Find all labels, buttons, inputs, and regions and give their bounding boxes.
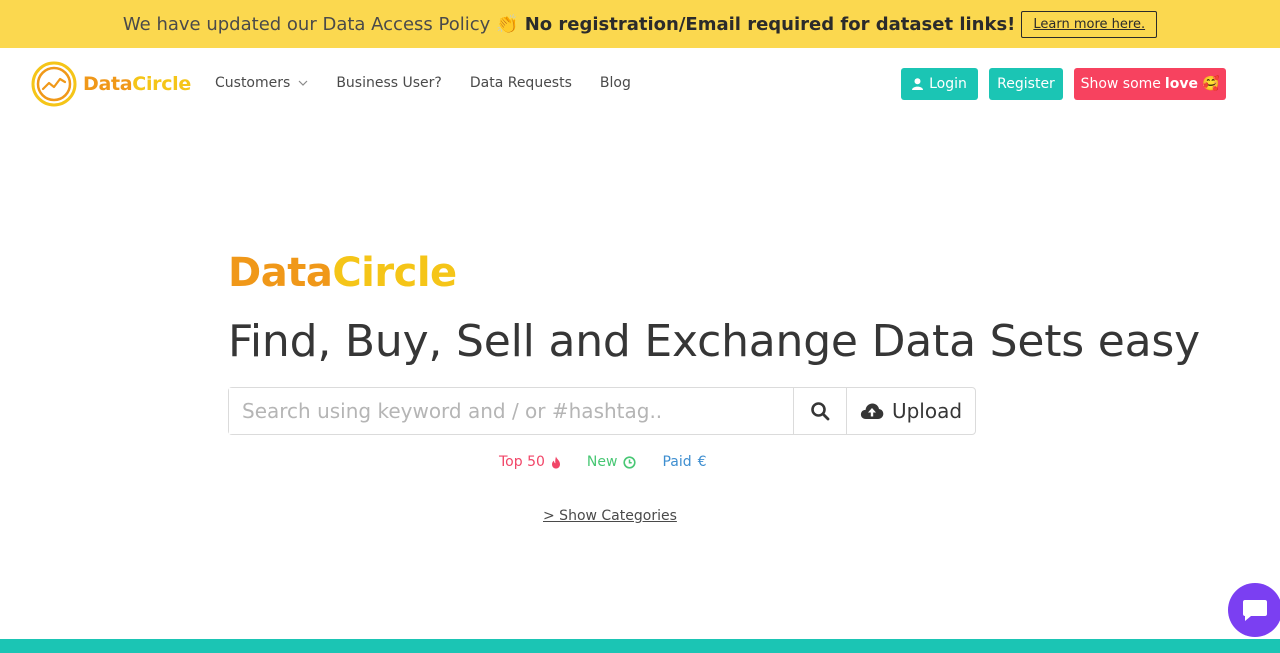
search-input[interactable] bbox=[229, 388, 794, 434]
hero-brand: DataCircle bbox=[228, 250, 457, 296]
menu-item-business-user[interactable]: Business User? bbox=[336, 75, 442, 91]
upload-label: Upload bbox=[891, 399, 963, 423]
login-button[interactable]: Login bbox=[901, 68, 978, 100]
chat-bubble-icon bbox=[1243, 600, 1267, 621]
announcement-banner: We have updated our Data Access Policy 👏… bbox=[0, 0, 1280, 48]
banner-text: We have updated our Data Access Policy bbox=[122, 13, 491, 35]
learn-more-button[interactable]: Learn more here. bbox=[1021, 10, 1158, 38]
filter-paid[interactable]: Paid € bbox=[662, 454, 706, 470]
menu-item-label: Business User? bbox=[336, 75, 442, 91]
filter-new[interactable]: New bbox=[587, 454, 637, 470]
euro-icon: € bbox=[697, 454, 707, 470]
love-bold-label: love bbox=[1164, 76, 1198, 92]
menu-item-label: Data Requests bbox=[469, 75, 572, 91]
search-button[interactable] bbox=[794, 388, 847, 434]
menu-item-blog[interactable]: Blog bbox=[600, 75, 631, 91]
clap-icon: 👏 bbox=[496, 13, 519, 35]
smiling-face-icon: 🥰 bbox=[1201, 76, 1220, 92]
search-bar: Upload bbox=[228, 387, 976, 435]
filter-top-50[interactable]: Top 50 bbox=[499, 454, 561, 470]
banner-bold-text: No registration/Email required for datas… bbox=[524, 13, 1016, 35]
logo-icon bbox=[31, 61, 77, 107]
user-icon bbox=[912, 78, 924, 90]
register-label: Register bbox=[997, 76, 1055, 92]
cloud-upload-icon bbox=[860, 403, 884, 419]
hero-title: Find, Buy, Sell and Exchange Data Sets e… bbox=[228, 316, 1200, 367]
clock-icon bbox=[623, 455, 637, 469]
filter-label: New bbox=[586, 454, 618, 470]
login-label: Login bbox=[929, 76, 967, 92]
search-icon bbox=[811, 402, 830, 421]
footer-bar bbox=[0, 639, 1280, 653]
chat-button[interactable] bbox=[1228, 583, 1280, 637]
filter-label: Top 50 bbox=[499, 454, 545, 470]
upload-button[interactable]: Upload bbox=[847, 388, 975, 434]
logo[interactable]: DataCircle bbox=[30, 60, 191, 108]
register-button[interactable]: Register bbox=[989, 68, 1063, 100]
menu-item-label: Blog bbox=[599, 75, 631, 91]
fire-icon bbox=[551, 456, 560, 468]
show-love-button[interactable]: Show some love 🥰 bbox=[1074, 68, 1226, 100]
menu-item-label: Customers bbox=[215, 75, 291, 91]
menu-item-customers[interactable]: Customers bbox=[215, 75, 308, 91]
love-label: Show some bbox=[1080, 76, 1161, 92]
chevron-down-icon bbox=[298, 80, 308, 86]
logo-text: DataCircle bbox=[83, 73, 191, 95]
show-categories-link[interactable]: > Show Categories bbox=[543, 508, 677, 524]
main-menu: Customers Business User? Data Requests B… bbox=[215, 75, 659, 91]
quick-filters: Top 50 New Paid € bbox=[499, 454, 733, 470]
filter-label: Paid bbox=[662, 454, 692, 470]
menu-item-data-requests[interactable]: Data Requests bbox=[470, 75, 572, 91]
navbar: DataCircle Customers Business User? Data… bbox=[0, 48, 1280, 120]
